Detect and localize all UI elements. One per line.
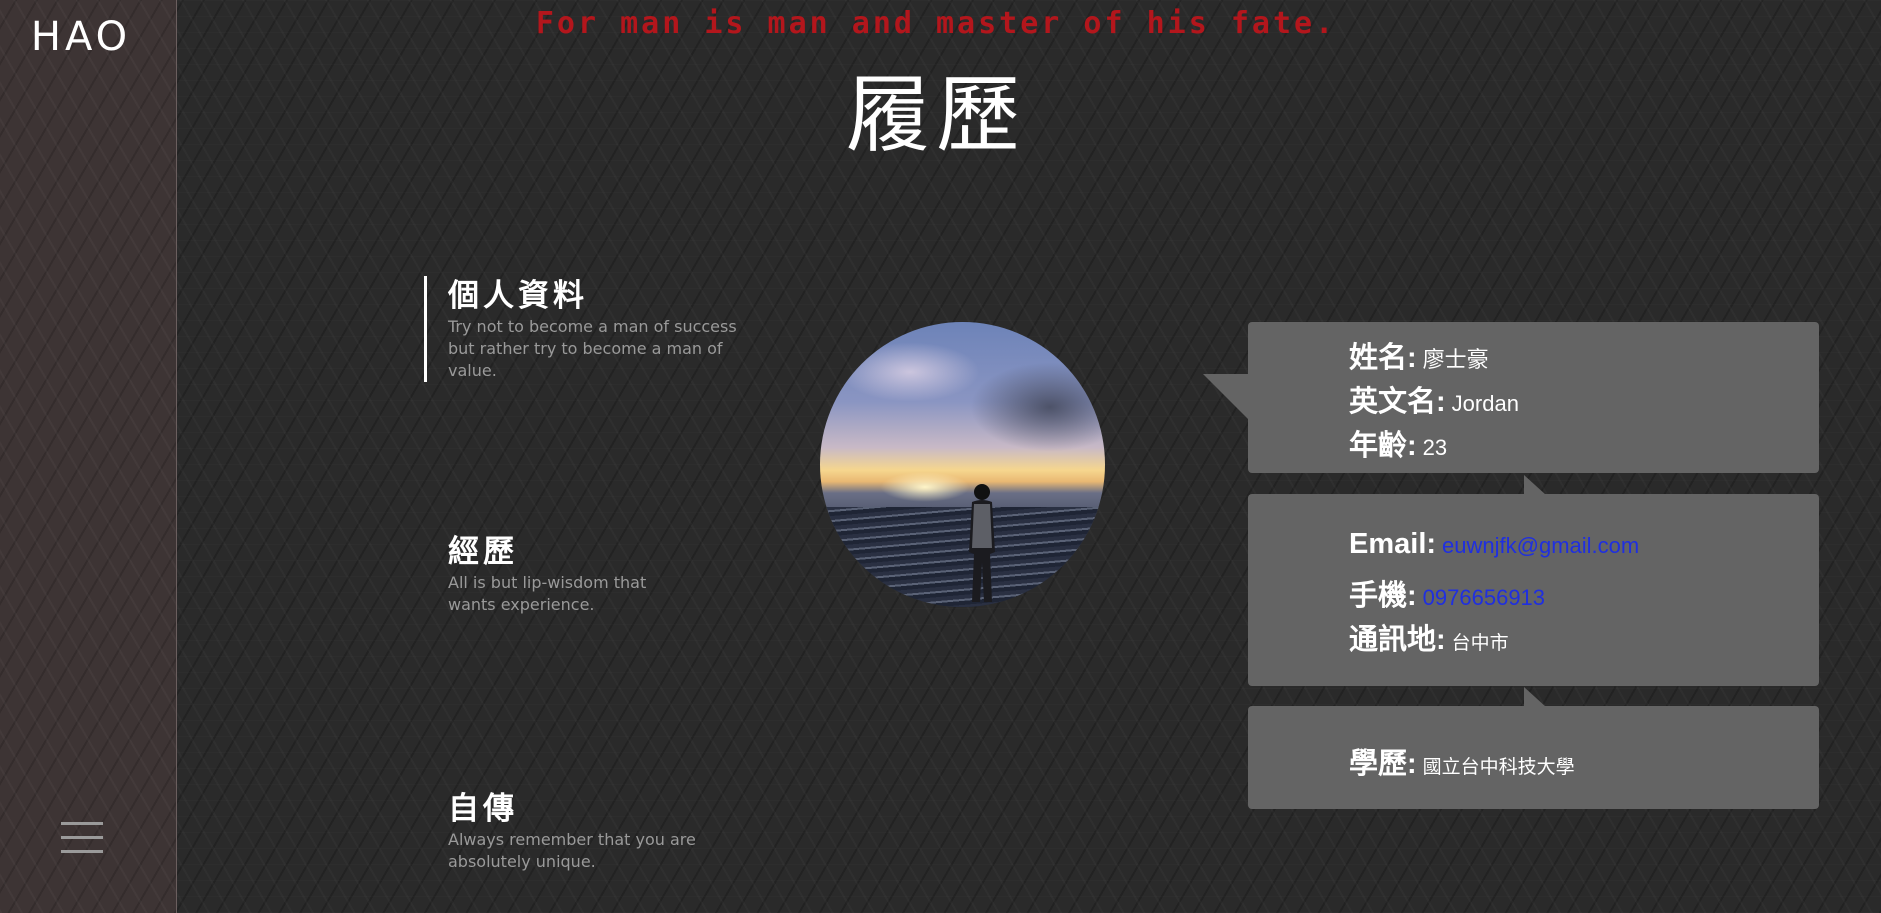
- contact-card: Email: euwnjfk@gmail.com 手機: 0976656913 通訊…: [1248, 494, 1819, 686]
- email-row: Email: euwnjfk@gmail.com: [1349, 528, 1639, 561]
- english-name-label: 英文名:: [1349, 386, 1446, 418]
- address-label: 通訊地:: [1349, 624, 1446, 656]
- education-row: 學歷: 國立台中科技大學: [1349, 740, 1575, 782]
- profile-card: 姓名: 廖士豪 英文名: Jordan 年齡: 23: [1248, 322, 1819, 473]
- phone-row: 手機: 0976656913: [1349, 572, 1545, 614]
- section-autobiography[interactable]: 自傳 Always remember that you are absolute…: [424, 789, 778, 873]
- speech-pointer: [1203, 374, 1249, 420]
- email-link[interactable]: euwnjfk@gmail.com: [1442, 533, 1639, 558]
- education-value: 國立台中科技大學: [1422, 757, 1575, 778]
- section-title: 個人資料: [448, 278, 588, 314]
- english-name-value: Jordan: [1451, 391, 1519, 416]
- education-card: 學歷: 國立台中科技大學: [1248, 706, 1819, 809]
- phone-label: 手機:: [1349, 580, 1417, 612]
- motto-text: For man is man and master of his fate.: [535, 6, 1337, 41]
- section-description: Always remember that you are absolutely …: [448, 830, 696, 871]
- name-label: 姓名:: [1349, 342, 1417, 374]
- page-title: 履歷: [845, 66, 1026, 164]
- phone-link[interactable]: 0976656913: [1423, 585, 1545, 610]
- age-label: 年齡:: [1349, 430, 1417, 462]
- education-label: 學歷:: [1349, 748, 1417, 780]
- section-experience[interactable]: 經歷 All is but lip-wisdom that wants expe…: [424, 532, 778, 616]
- card-notch: [1524, 687, 1546, 707]
- profile-photo: [820, 322, 1105, 607]
- hamburger-menu-icon[interactable]: [61, 820, 103, 856]
- email-label: Email:: [1349, 528, 1437, 560]
- section-personal-info[interactable]: 個人資料 Try not to become a man of success …: [424, 276, 778, 382]
- section-title: 自傳: [448, 791, 518, 827]
- person-silhouette: [969, 484, 995, 602]
- logo[interactable]: HAO: [0, 14, 162, 60]
- sidebar: HAO: [0, 0, 177, 913]
- address-row: 通訊地: 台中市: [1349, 616, 1509, 658]
- section-description: Try not to become a man of success but r…: [448, 317, 737, 380]
- name-row: 姓名: 廖士豪: [1349, 334, 1489, 376]
- english-name-row: 英文名: Jordan: [1349, 378, 1519, 420]
- name-value: 廖士豪: [1422, 347, 1489, 372]
- age-value: 23: [1422, 435, 1448, 460]
- section-description: All is but lip-wisdom that wants experie…: [448, 573, 647, 614]
- section-title: 經歷: [448, 534, 518, 570]
- age-row: 年齡: 23: [1349, 422, 1447, 464]
- card-notch: [1524, 475, 1546, 495]
- address-value: 台中市: [1451, 633, 1509, 654]
